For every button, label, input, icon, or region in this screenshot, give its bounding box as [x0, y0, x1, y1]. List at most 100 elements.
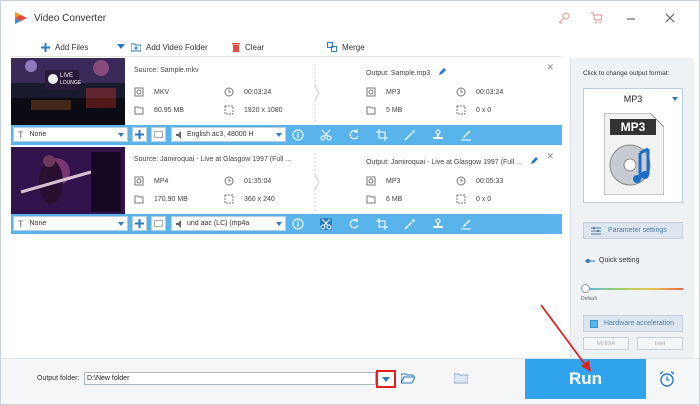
info-icon[interactable]	[292, 129, 304, 141]
key-icon[interactable]	[557, 11, 571, 25]
merge-icon	[327, 42, 337, 52]
source-size: 60.95 MB	[134, 105, 184, 115]
folder-icon	[366, 195, 376, 204]
add-files-button[interactable]: Add Files	[41, 40, 88, 54]
watermark-stamp-icon[interactable]	[432, 218, 444, 230]
remove-file-icon[interactable]: ✕	[546, 62, 554, 73]
subtitle-select[interactable]: T None	[13, 127, 128, 142]
merge-label: Merge	[342, 42, 365, 52]
add-subtitle-button[interactable]	[132, 127, 147, 142]
output-folder-input[interactable]: D:\New folder	[84, 372, 376, 385]
chevron-down-icon	[382, 376, 390, 382]
file-item[interactable]: LIVE LOUNGE Source: Sample.mkv MKV 00:03…	[11, 58, 562, 150]
text-icon: T	[18, 129, 24, 140]
app-logo-icon	[15, 12, 27, 24]
folder-open-icon[interactable]	[401, 373, 415, 384]
scissors-icon[interactable]	[320, 129, 332, 141]
output-folder-dropdown[interactable]	[376, 370, 396, 388]
speaker-icon	[176, 219, 181, 228]
checkbox[interactable]	[590, 320, 598, 328]
add-subtitle-button[interactable]	[132, 216, 147, 231]
speaker-icon	[176, 130, 181, 139]
sliders-icon	[591, 227, 601, 235]
quality-slider-track[interactable]	[585, 288, 683, 290]
clear-button[interactable]: Clear	[232, 40, 264, 54]
edit-pencil-icon[interactable]	[530, 156, 539, 165]
output-duration: 00:03:24	[456, 87, 503, 97]
hardware-acceleration-toggle[interactable]: Hardware acceleration	[583, 315, 683, 332]
output-size: 5 MB	[366, 105, 402, 115]
add-files-label: Add Files	[55, 42, 89, 52]
rotate-icon[interactable]	[348, 129, 360, 141]
output-format: MP3	[366, 176, 400, 186]
subtitle-select[interactable]: T None	[13, 216, 128, 231]
info-icon[interactable]	[292, 218, 304, 230]
trash-icon	[232, 43, 240, 52]
alarm-clock-icon[interactable]	[658, 370, 676, 388]
cart-icon[interactable]	[590, 11, 604, 25]
add-video-folder-button[interactable]: Add Video Folder	[131, 40, 208, 54]
run-button[interactable]: Run	[525, 359, 646, 399]
file-edit-bar: T None und aac (LC) (mp4a	[11, 214, 562, 234]
subtitle-icon	[154, 131, 163, 138]
crop-icon[interactable]	[376, 129, 388, 141]
folder-icon	[134, 106, 144, 115]
source-resolution: 1920 x 1080	[224, 105, 283, 115]
output-folder-label: Output folder:	[37, 375, 80, 382]
text-icon: T	[18, 218, 24, 229]
subtitle-edit-icon[interactable]	[460, 218, 472, 230]
output-format-panel: Click to change output format: MP3 MP3 P…	[570, 58, 694, 358]
close-icon[interactable]	[663, 11, 677, 25]
subtitle-icon	[154, 220, 163, 227]
edit-pencil-icon[interactable]	[438, 67, 447, 76]
app-title: Video Converter	[34, 13, 107, 24]
chevron-down-icon	[276, 133, 282, 137]
audio-track-select[interactable]: English ac3, 48000 H	[171, 127, 286, 142]
scissors-icon[interactable]	[320, 218, 332, 230]
remove-file-icon[interactable]: ✕	[546, 151, 554, 162]
source-format: MP4	[134, 176, 168, 186]
folder-plus-icon	[131, 43, 141, 52]
subtitle-edit-icon[interactable]	[460, 129, 472, 141]
subtitle-toggle-button[interactable]	[151, 127, 166, 142]
subtitle-toggle-button[interactable]	[151, 216, 166, 231]
watermark-stamp-icon[interactable]	[432, 129, 444, 141]
source-format: MKV	[134, 87, 169, 97]
output-name[interactable]: Output: Jamiroquai - Live at Glasgow 199…	[366, 156, 539, 166]
effects-wand-icon[interactable]	[404, 129, 416, 141]
nvidia-chip[interactable]: NVIDIA	[583, 337, 629, 350]
resolution-icon	[456, 194, 466, 204]
convert-arrow-icon	[314, 64, 320, 122]
mp3-file-icon: MP3	[604, 113, 664, 195]
output-format-name: MP3	[623, 94, 643, 104]
merge-button[interactable]: Merge	[327, 40, 365, 54]
clock-icon	[224, 87, 234, 97]
effects-wand-icon[interactable]	[404, 218, 416, 230]
clear-label: Clear	[245, 42, 265, 52]
resolution-icon	[224, 194, 234, 204]
video-thumbnail[interactable]: LIVE LOUNGE	[11, 58, 125, 125]
quick-setting-icon	[585, 259, 595, 263]
rotate-icon[interactable]	[348, 218, 360, 230]
output-resolution: 0 x 0	[456, 194, 491, 204]
plus-icon	[41, 42, 50, 52]
output-name[interactable]: Output: Sample.mp3	[366, 67, 447, 77]
audio-track-select[interactable]: und aac (LC) (mp4a	[171, 216, 286, 231]
slider-default-label: Default	[581, 296, 597, 302]
crop-icon[interactable]	[376, 218, 388, 230]
bottom-bar: Output folder: D:\New folder Run	[1, 358, 699, 404]
quick-setting-label: Quick setting	[599, 257, 640, 264]
quality-slider-handle[interactable]	[581, 284, 590, 293]
minimize-icon[interactable]	[624, 11, 638, 25]
output-format-selector[interactable]: MP3 MP3	[583, 88, 683, 203]
video-thumbnail[interactable]	[11, 147, 125, 214]
parameter-settings-button[interactable]: Parameter settings	[583, 222, 683, 239]
merge-folder-icon[interactable]	[454, 373, 468, 384]
file-item[interactable]: Source: Jamiroquai - Live at Glasgow 199…	[11, 147, 562, 239]
file-format-icon	[134, 87, 144, 97]
intel-chip[interactable]: Intel	[637, 337, 683, 350]
source-duration: 00:03:24	[224, 87, 271, 97]
svg-text:MP3: MP3	[621, 120, 646, 134]
resolution-icon	[224, 105, 234, 115]
add-files-dropdown[interactable]	[117, 40, 130, 54]
